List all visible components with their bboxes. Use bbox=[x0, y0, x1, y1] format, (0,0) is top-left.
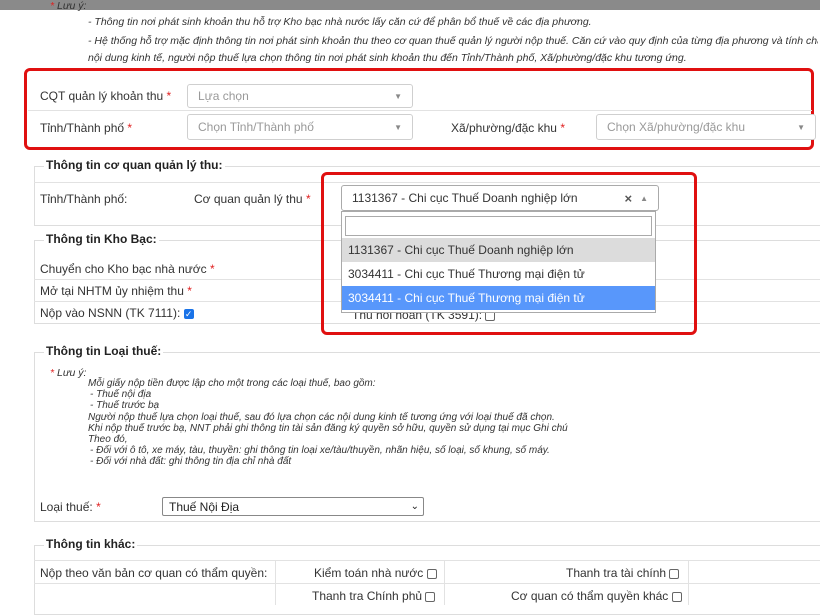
tax-note-line: Người nộp thuế lựa chọn loại thuế, sau đ… bbox=[88, 411, 555, 423]
cqt-label: CQT quản lý khoản thu * bbox=[40, 89, 172, 103]
tax-note-line: - Đối với nhà đất: ghi thông tin địa chỉ… bbox=[90, 456, 292, 468]
finance-checkbox[interactable] bbox=[669, 568, 680, 579]
divider bbox=[28, 110, 812, 111]
province-select[interactable]: Chọn Tỉnh/Thành phố ▼ bbox=[187, 114, 413, 140]
divider bbox=[275, 560, 276, 605]
competent-checkbox[interactable] bbox=[671, 591, 682, 602]
gov-inspect-label: Thanh tra Chính phủ bbox=[312, 589, 436, 603]
chevron-down-icon: ⌄ bbox=[410, 501, 419, 512]
agency-highlight bbox=[321, 172, 697, 335]
audit-label: Kiểm toán nhà nước bbox=[314, 566, 437, 580]
ward-label: Xã/phường/đặc khu * bbox=[451, 121, 565, 135]
tax-note-line: - Đối với ô tô, xe máy, tàu, thuyền: ghi… bbox=[90, 445, 550, 457]
tax-note-line: - Thuế trước bạ bbox=[90, 400, 160, 412]
tax-note-line: Theo đó, bbox=[88, 434, 128, 446]
divider bbox=[444, 560, 445, 605]
other-section-title: Thông tin khác: bbox=[44, 537, 138, 551]
divider bbox=[34, 560, 820, 561]
treasury-bank-label: Mở tại NHTM ủy nhiệm thu * bbox=[40, 284, 192, 298]
treasury-transfer-label: Chuyển cho Kho bạc nhà nước * bbox=[40, 262, 215, 276]
tax-note-line: Khi nộp thuế trước bạ, NNT phải ghi thôn… bbox=[88, 422, 568, 434]
agency-section-title: Thông tin cơ quan quản lý thu: bbox=[44, 158, 225, 172]
tax-note-line: Mỗi giấy nộp tiền được lập cho một trong… bbox=[88, 378, 376, 389]
divider bbox=[34, 583, 820, 584]
chevron-down-icon: ▼ bbox=[394, 91, 402, 101]
treasury-section-title: Thông tin Kho Bạc: bbox=[44, 232, 159, 246]
tax-note-body: Mỗi giấy nộp tiền được lập cho một trong… bbox=[88, 378, 568, 468]
agency-province-label: Tỉnh/Thành phố: bbox=[40, 192, 128, 206]
agency-label: Cơ quan quản lý thu * bbox=[194, 192, 311, 206]
other-doc-label: Nộp theo văn bản cơ quan có thẩm quyền: bbox=[40, 566, 268, 580]
tax-type-select[interactable]: Thuế Nội Địa ⌄ bbox=[162, 497, 424, 516]
tax-note-line: - Thuế nội địa bbox=[90, 389, 152, 401]
top-scroll-bar bbox=[0, 0, 820, 10]
tax-type-label: Loại thuế: * bbox=[40, 500, 101, 514]
tax-type-section-title: Thông tin Loại thuế: bbox=[44, 344, 164, 358]
province-label: Tỉnh/Thành phố * bbox=[40, 121, 133, 135]
top-note-line2: - Hệ thống hỗ trợ mặc định thông tin nơi… bbox=[88, 35, 818, 47]
chevron-down-icon: ▼ bbox=[797, 122, 805, 132]
audit-checkbox[interactable] bbox=[426, 568, 437, 579]
top-note-line3: nội dung kinh tế, người nộp thuế lựa chọ… bbox=[88, 52, 687, 64]
cqt-select[interactable]: Lựa chọn ▼ bbox=[187, 84, 413, 108]
competent-label: Cơ quan có thẩm quyền khác bbox=[511, 589, 682, 603]
top-note-heading: * Lưu ý: bbox=[50, 0, 87, 12]
ward-select[interactable]: Chọn Xã/phường/đặc khu ▼ bbox=[596, 114, 816, 140]
treasury-nsnn-label: Nộp vào NSNN (TK 7111): ✓ bbox=[40, 306, 194, 320]
divider bbox=[688, 560, 689, 605]
nsnn-checkbox[interactable]: ✓ bbox=[183, 308, 194, 319]
chevron-down-icon: ▼ bbox=[394, 122, 402, 132]
tax-note-heading: * Lưu ý: bbox=[50, 367, 87, 379]
gov-inspect-checkbox[interactable] bbox=[425, 591, 436, 602]
finance-label: Thanh tra tài chính bbox=[566, 566, 680, 580]
top-note-line1: - Thông tin nơi phát sinh khoản thu hỗ t… bbox=[88, 16, 592, 28]
